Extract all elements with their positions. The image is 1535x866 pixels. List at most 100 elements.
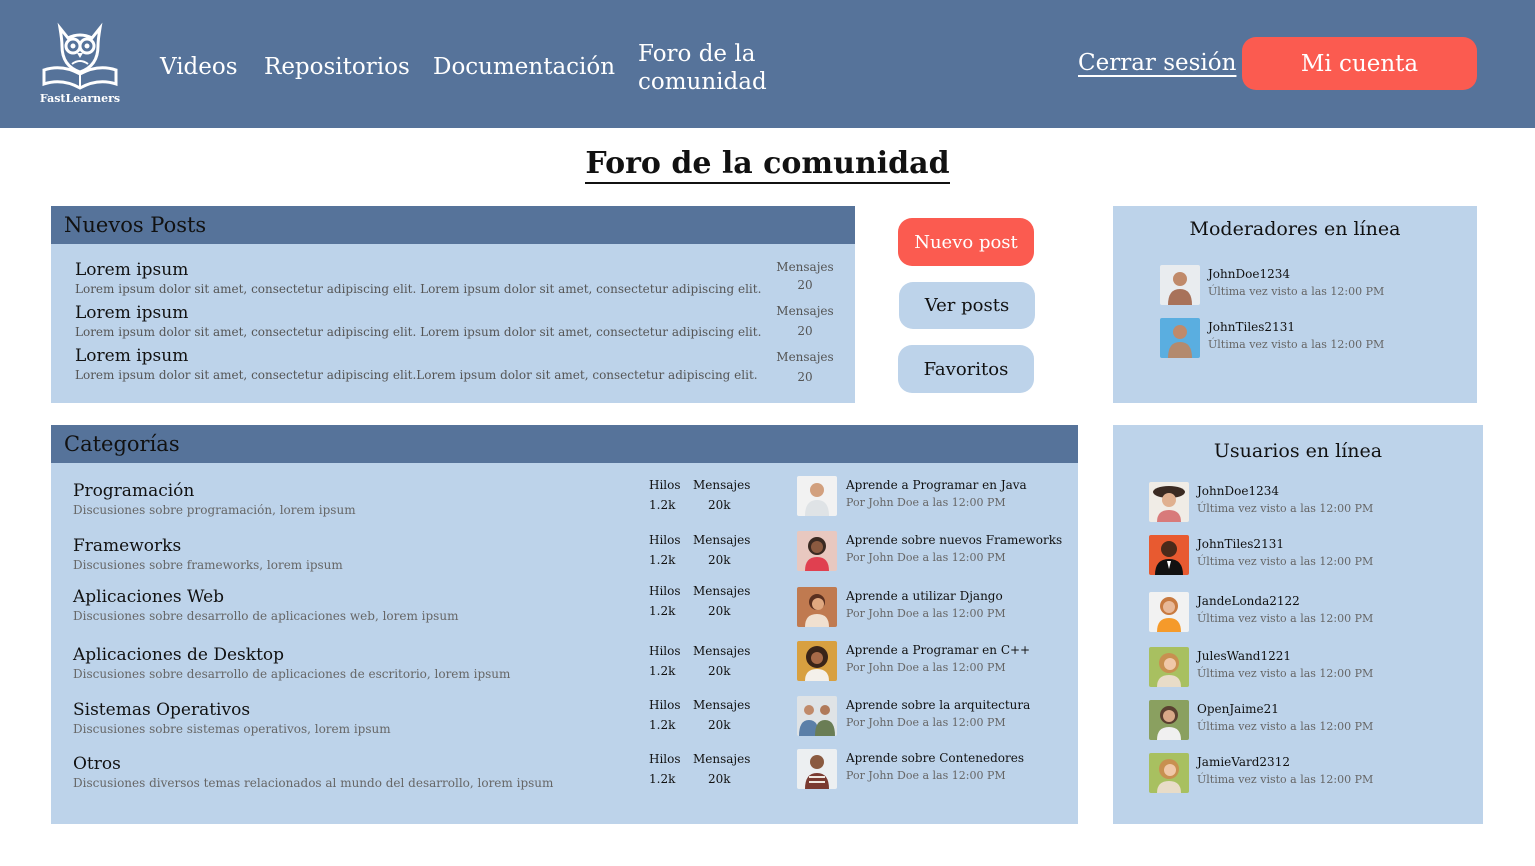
post-stat: Mensajes 20 <box>775 348 835 386</box>
category-stats: Hilos Mensajes 1.2k 20k <box>649 475 759 515</box>
category-stats: Hilos Mensajes 1.2k 20k <box>649 695 759 735</box>
last-post-author: Por John Doe a las 12:00 PM <box>846 661 1006 674</box>
nav-documentacion[interactable]: Documentación <box>433 53 615 81</box>
post-stat-value: 20 <box>797 324 813 338</box>
online-user-name: JandeLonda2122 <box>1197 594 1300 608</box>
post-title: Lorem ipsum <box>75 346 189 366</box>
nav-videos[interactable]: Videos <box>160 53 238 81</box>
threads-label: Hilos <box>649 584 681 598</box>
post-stat-label: Mensajes <box>776 304 834 318</box>
last-post[interactable]: Aprende a Programar en C++ Por John Doe … <box>797 641 1030 681</box>
online-user-item[interactable]: OpenJaime21 Última vez visto a las 12:00… <box>1149 700 1373 740</box>
threads-count: 1.2k <box>649 604 676 618</box>
view-posts-button[interactable]: Ver posts <box>899 282 1035 329</box>
messages-label: Mensajes <box>693 584 751 598</box>
new-post-button[interactable]: Nuevo post <box>898 218 1034 266</box>
category-row[interactable]: Programación Discusiones sobre programac… <box>73 476 1063 526</box>
category-row[interactable]: Otros Discusiones diversos temas relacio… <box>73 749 1063 799</box>
last-post[interactable]: Aprende a Programar en Java Por John Doe… <box>797 476 1027 516</box>
online-user-last-seen: Última vez visto a las 12:00 PM <box>1197 612 1374 625</box>
messages-label: Mensajes <box>693 644 751 658</box>
last-post-title: Aprende a utilizar Django <box>846 589 1003 603</box>
avatar <box>797 587 837 627</box>
online-user-name: JamieVard2312 <box>1197 755 1290 769</box>
moderator-last-seen: Última vez visto a las 12:00 PM <box>1208 338 1385 351</box>
post-item[interactable]: Lorem ipsum Lorem ipsum dolor sit amet, … <box>75 303 835 340</box>
moderators-heading: Moderadores en línea <box>1189 218 1401 240</box>
online-user-item[interactable]: JulesWand1221 Última vez visto a las 12:… <box>1149 647 1373 687</box>
nav-repositorios[interactable]: Repositorios <box>264 53 410 81</box>
online-user-item[interactable]: JohnTiles2131 Última vez visto a las 12:… <box>1149 535 1373 575</box>
post-stat-value: 20 <box>797 370 813 384</box>
messages-label: Mensajes <box>693 478 751 492</box>
owl-book-icon <box>42 22 118 90</box>
threads-count: 1.2k <box>649 664 676 678</box>
brand-name: FastLearners <box>39 92 121 105</box>
moderator-item[interactable]: JohnDoe1234 Última vez visto a las 12:00… <box>1160 265 1384 305</box>
avatar <box>797 476 837 516</box>
last-post[interactable]: Aprende sobre la arquitectura Por John D… <box>797 696 1030 736</box>
avatar <box>1160 318 1200 358</box>
category-stats: Hilos Mensajes 1.2k 20k <box>649 581 759 621</box>
category-row[interactable]: Sistemas Operativos Discusiones sobre si… <box>73 696 1063 745</box>
online-user-name: JohnDoe1234 <box>1197 484 1279 498</box>
post-title: Lorem ipsum <box>75 303 189 323</box>
online-user-name: OpenJaime21 <box>1197 702 1279 716</box>
post-description: Lorem ipsum dolor sit amet, consectetur … <box>75 368 758 382</box>
last-post-author: Por John Doe a las 12:00 PM <box>846 769 1006 782</box>
online-user-last-seen: Última vez visto a las 12:00 PM <box>1197 502 1374 515</box>
avatar <box>1149 535 1189 575</box>
last-post[interactable]: Aprende sobre Contenedores Por John Doe … <box>797 749 1024 789</box>
last-post[interactable]: Aprende sobre nuevos Frameworks Por John… <box>797 531 1062 571</box>
moderator-item[interactable]: JohnTiles2131 Última vez visto a las 12:… <box>1160 318 1384 358</box>
messages-count: 20k <box>708 772 731 786</box>
post-title: Lorem ipsum <box>75 260 189 280</box>
messages-count: 20k <box>708 718 731 732</box>
threads-label: Hilos <box>649 698 681 712</box>
categories-panel: Categorías Programación Discusiones sobr… <box>51 425 1078 824</box>
online-user-last-seen: Última vez visto a las 12:00 PM <box>1197 667 1374 680</box>
messages-label: Mensajes <box>693 533 751 547</box>
post-item[interactable]: Lorem ipsum Lorem ipsum dolor sit amet, … <box>75 260 835 297</box>
page-title-text: Foro de la comunidad <box>585 146 950 184</box>
avatar <box>797 696 837 736</box>
last-post[interactable]: Aprende a utilizar Django Por John Doe a… <box>797 587 1006 627</box>
threads-count: 1.2k <box>649 553 676 567</box>
avatar <box>1149 592 1189 632</box>
online-user-item[interactable]: JamieVard2312 Última vez visto a las 12:… <box>1149 753 1373 793</box>
avatar <box>1149 700 1189 740</box>
category-row[interactable]: Aplicaciones Web Discusiones sobre desar… <box>73 584 1063 632</box>
post-stat-label: Mensajes <box>776 350 834 364</box>
category-row[interactable]: Frameworks Discusiones sobre frameworks,… <box>73 531 1063 581</box>
new-posts-heading: Nuevos Posts <box>51 206 855 244</box>
online-users-panel: Usuarios en línea JohnDoe1234 Última vez… <box>1113 425 1483 824</box>
post-item[interactable]: Lorem ipsum Lorem ipsum dolor sit amet, … <box>75 346 835 386</box>
post-description: Lorem ipsum dolor sit amet, consectetur … <box>75 325 762 339</box>
brand-logo[interactable]: FastLearners <box>38 22 122 108</box>
top-navbar: FastLearners Videos Repositorios Documen… <box>0 0 1535 128</box>
category-row[interactable]: Aplicaciones de Desktop Discusiones sobr… <box>73 641 1063 690</box>
last-post-author: Por John Doe a las 12:00 PM <box>846 551 1006 564</box>
nav-foro[interactable]: Foro de la comunidad <box>638 40 788 96</box>
messages-count: 20k <box>708 553 731 567</box>
threads-label: Hilos <box>649 478 681 492</box>
my-account-button[interactable]: Mi cuenta <box>1242 37 1477 90</box>
online-user-item[interactable]: JandeLonda2122 Última vez visto a las 12… <box>1149 592 1373 632</box>
last-post-title: Aprende a Programar en Java <box>846 478 1027 492</box>
logout-link[interactable]: Cerrar sesión <box>1078 50 1236 76</box>
moderators-panel: Moderadores en línea JohnDoe1234 Última … <box>1113 206 1477 403</box>
last-post-title: Aprende a Programar en C++ <box>846 643 1031 657</box>
avatar <box>797 749 837 789</box>
page-title: Foro de la comunidad <box>0 146 1535 184</box>
messages-label: Mensajes <box>693 698 751 712</box>
threads-label: Hilos <box>649 533 681 547</box>
last-post-author: Por John Doe a las 12:00 PM <box>846 607 1006 620</box>
post-description: Lorem ipsum dolor sit amet, consectetur … <box>75 282 762 296</box>
favorites-button[interactable]: Favoritos <box>898 345 1034 393</box>
messages-count: 20k <box>708 604 731 618</box>
avatar <box>797 641 837 681</box>
threads-count: 1.2k <box>649 498 676 512</box>
threads-label: Hilos <box>649 644 681 658</box>
messages-count: 20k <box>708 664 731 678</box>
online-user-item[interactable]: JohnDoe1234 Última vez visto a las 12:00… <box>1149 482 1373 522</box>
